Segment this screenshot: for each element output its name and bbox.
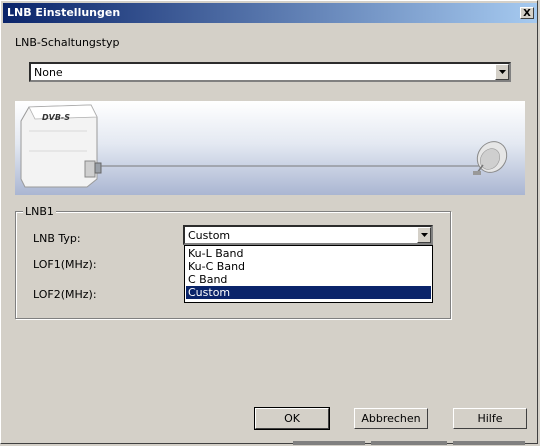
lnb-type-dropdown-button[interactable]	[417, 227, 431, 243]
satellite-dish-icon	[473, 141, 508, 175]
lnb-type-value: Custom	[188, 229, 231, 242]
lnb-type-option[interactable]: Ku-L Band	[186, 247, 431, 260]
chevron-down-icon	[499, 70, 506, 74]
dvb-s-banner: DVB-S	[15, 101, 525, 195]
window-title: LNB Einstellungen	[7, 6, 121, 19]
lnb-type-dropdown-list: Ku-L Band Ku-C Band C Band Custom	[184, 245, 433, 303]
switch-type-combobox[interactable]: None	[29, 62, 511, 82]
taskbar-edge	[453, 441, 525, 445]
lnb-type-option[interactable]: C Band	[186, 273, 431, 286]
taskbar-edge	[293, 441, 365, 445]
taskbar-edge	[371, 441, 447, 445]
ok-button[interactable]: OK	[254, 407, 330, 430]
lnb-settings-dialog: LNB Einstellungen X LNB-Schaltungstyp No…	[0, 0, 538, 445]
cancel-button[interactable]: Abbrechen	[354, 408, 428, 429]
lnb-type-label: LNB Typ:	[33, 232, 81, 245]
switch-type-value: None	[34, 66, 63, 79]
lnb-type-combobox[interactable]: Custom	[183, 225, 433, 245]
dvb-s-label: DVB-S	[42, 113, 70, 122]
help-button[interactable]: Hilfe	[453, 408, 527, 429]
lof2-label: LOF2(MHz):	[33, 288, 97, 301]
title-bar[interactable]: LNB Einstellungen X	[3, 3, 537, 23]
switch-type-dropdown-button[interactable]	[495, 64, 509, 80]
close-button[interactable]: X	[520, 7, 534, 19]
lnb-type-option-selected[interactable]: Custom	[186, 286, 431, 299]
chevron-down-icon	[421, 233, 428, 237]
lnb-cable-dish-illustration: DVB-S	[20, 104, 508, 188]
close-icon: X	[523, 8, 531, 19]
lnb1-group-label: LNB1	[23, 205, 56, 218]
lof1-label: LOF1(MHz):	[33, 258, 97, 271]
lnb-type-option[interactable]: Ku-C Band	[186, 260, 431, 273]
switch-type-label: LNB-Schaltungstyp	[15, 36, 120, 49]
